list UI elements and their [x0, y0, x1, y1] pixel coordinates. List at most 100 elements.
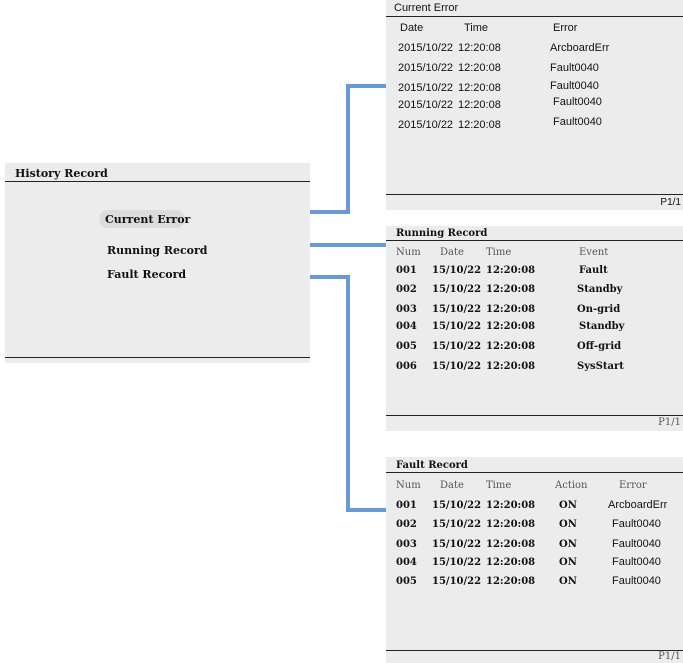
- error-row-time: 12:20:08: [458, 42, 501, 54]
- run-date: 15/10/22: [432, 284, 482, 295]
- error-row-error: Fault0040: [553, 96, 602, 108]
- error-row-error: Fault0040: [550, 62, 599, 74]
- error-row-date: 2015/10/22: [398, 62, 454, 74]
- run-time: 12:20:08: [486, 341, 536, 352]
- fault-action: ON: [559, 557, 577, 568]
- run-num: 006: [396, 361, 417, 372]
- col-header-action: Action: [555, 480, 588, 491]
- current-error-bottom-divider: [386, 194, 683, 195]
- fault-num: 004: [396, 557, 417, 568]
- history-bottom-divider: [5, 357, 310, 358]
- fault-record-title-divider: [386, 472, 683, 473]
- run-date: 15/10/22: [432, 341, 482, 352]
- menu-item-running-record[interactable]: Running Record: [107, 244, 208, 257]
- current-error-title-divider: [386, 16, 683, 17]
- error-row-time: 12:20:08: [458, 119, 501, 131]
- fault-time: 12:20:08: [486, 539, 536, 550]
- page-indicator: P1/1: [660, 197, 681, 208]
- run-event: Fault: [579, 265, 608, 276]
- fault-date: 15/10/22: [432, 500, 482, 511]
- error-row-time: 12:20:08: [458, 99, 501, 111]
- fault-num: 002: [396, 519, 417, 530]
- menu-item-fault-record[interactable]: Fault Record: [107, 268, 186, 281]
- error-row-time: 12:20:08: [458, 62, 501, 74]
- run-time: 12:20:08: [486, 321, 536, 332]
- run-date: 15/10/22: [432, 361, 482, 372]
- fault-num: 001: [396, 500, 417, 511]
- fault-error: Fault0040: [612, 518, 661, 530]
- fault-action: ON: [559, 576, 577, 587]
- error-row-error: Fault0040: [553, 116, 602, 128]
- fault-error: Fault0040: [612, 556, 661, 568]
- run-event: Standby: [577, 284, 623, 295]
- fault-record-title: Fault Record: [396, 460, 468, 471]
- fault-error: ArcboardErr: [608, 499, 668, 511]
- col-header-error: Error: [553, 22, 578, 34]
- fault-time: 12:20:08: [486, 500, 536, 511]
- fault-action: ON: [559, 539, 577, 550]
- error-row-error: Fault0040: [550, 80, 599, 92]
- run-num: 001: [396, 265, 417, 276]
- fault-action: ON: [559, 519, 577, 530]
- col-header-time: Time: [486, 480, 512, 491]
- col-header-date: Date: [400, 22, 424, 34]
- col-header-date: Date: [440, 480, 464, 491]
- fault-date: 15/10/22: [432, 557, 482, 568]
- history-title: History Record: [15, 167, 108, 180]
- error-row-date: 2015/10/22: [398, 42, 454, 54]
- col-header-date: Date: [440, 247, 464, 258]
- run-time: 12:20:08: [486, 265, 536, 276]
- fault-error: Fault0040: [612, 538, 661, 550]
- run-event: Standby: [579, 321, 625, 332]
- page-indicator: P1/1: [658, 417, 681, 428]
- fault-time: 12:20:08: [486, 557, 536, 568]
- col-header-error: Error: [619, 480, 647, 491]
- run-num: 003: [396, 304, 417, 315]
- fault-date: 15/10/22: [432, 539, 482, 550]
- running-record-panel: Running Record Num Date Time Event 001 1…: [386, 226, 683, 431]
- col-header-num: Num: [396, 480, 421, 491]
- col-header-time: Time: [486, 247, 512, 258]
- connector-fault-record: [310, 275, 386, 512]
- fault-record-bottom-divider: [386, 650, 683, 651]
- error-row-date: 2015/10/22: [398, 119, 454, 131]
- run-time: 12:20:08: [486, 284, 536, 295]
- run-event: Off-grid: [577, 341, 622, 352]
- menu-item-current-error[interactable]: Current Error: [105, 213, 190, 226]
- run-num: 002: [396, 284, 417, 295]
- running-record-bottom-divider: [386, 415, 683, 416]
- error-row-date: 2015/10/22: [398, 99, 454, 111]
- running-record-title: Running Record: [396, 228, 488, 239]
- run-num: 004: [396, 321, 417, 332]
- run-num: 005: [396, 341, 417, 352]
- run-date: 15/10/22: [432, 304, 482, 315]
- run-event: On-grid: [577, 304, 621, 315]
- col-header-event: Event: [579, 247, 609, 258]
- run-date: 15/10/22: [432, 321, 482, 332]
- fault-date: 15/10/22: [432, 576, 482, 587]
- fault-num: 005: [396, 576, 417, 587]
- error-row-error: ArcboardErr: [550, 42, 610, 54]
- run-time: 12:20:08: [486, 361, 536, 372]
- page-indicator: P1/1: [658, 651, 681, 662]
- col-header-time: Time: [464, 22, 489, 34]
- run-event: SysStart: [577, 361, 624, 372]
- current-error-panel: Current Error Date Time Error 2015/10/22…: [386, 0, 683, 210]
- fault-action: ON: [559, 500, 577, 511]
- fault-date: 15/10/22: [432, 519, 482, 530]
- run-date: 15/10/22: [432, 265, 482, 276]
- running-record-title-divider: [386, 240, 683, 241]
- error-row-date: 2015/10/22: [398, 82, 454, 94]
- fault-time: 12:20:08: [486, 576, 536, 587]
- error-row-time: 12:20:08: [458, 82, 501, 94]
- connector-current-error: [310, 84, 386, 214]
- history-record-panel: History Record Current Error Running Rec…: [5, 163, 310, 363]
- current-error-title: Current Error: [394, 2, 459, 14]
- col-header-num: Num: [396, 247, 421, 258]
- fault-error: Fault0040: [612, 575, 661, 587]
- run-time: 12:20:08: [486, 304, 536, 315]
- fault-num: 003: [396, 539, 417, 550]
- fault-record-panel: Fault Record Num Date Time Action Error …: [386, 457, 683, 663]
- fault-time: 12:20:08: [486, 519, 536, 530]
- history-title-divider: [5, 181, 310, 182]
